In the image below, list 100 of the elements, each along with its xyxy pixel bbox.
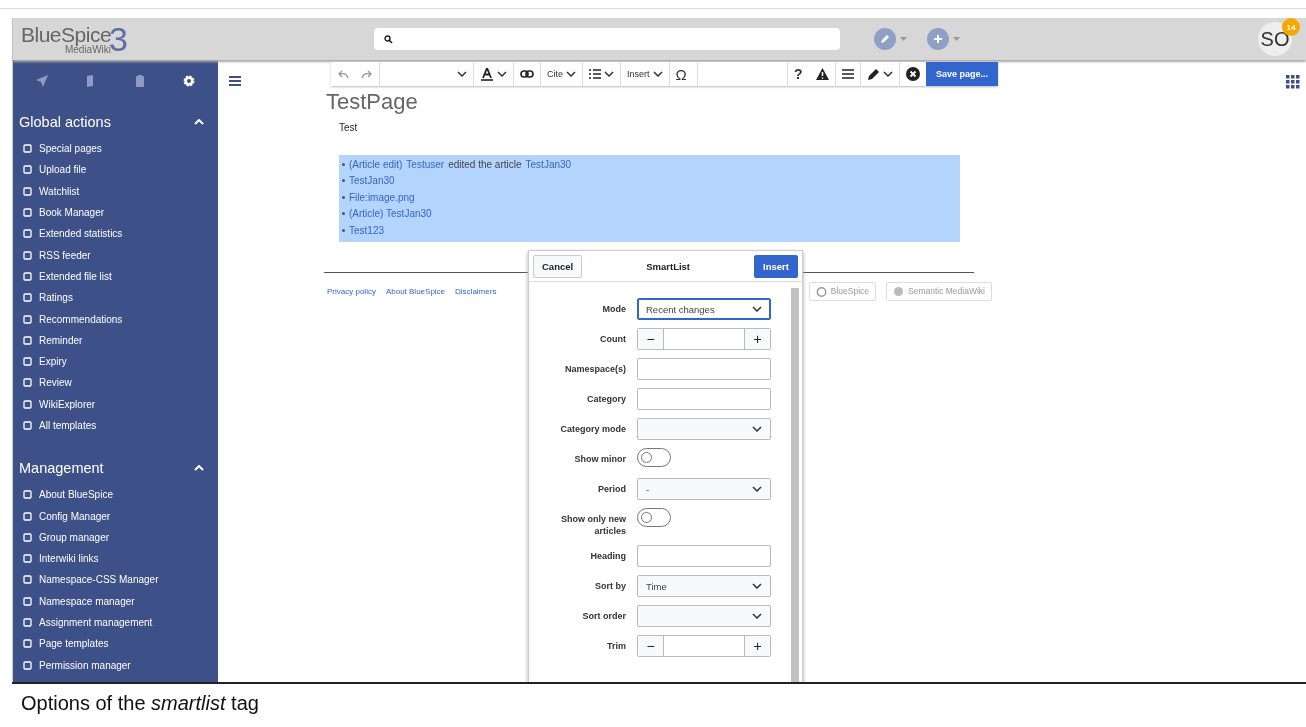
link[interactable]: Testuser [406, 158, 445, 170]
sidebar-link[interactable]: Namespace manager [13, 590, 218, 612]
chevron-down-icon [652, 71, 663, 77]
sidebar-link[interactable]: WikiExplorer [13, 393, 218, 415]
sidebar-link[interactable]: Recommendations [13, 308, 218, 330]
input-field[interactable] [637, 545, 771, 567]
square-icon [23, 490, 32, 500]
number-field[interactable]: − + [637, 328, 771, 350]
link[interactable]: TestJan30 [525, 158, 572, 170]
square-icon [23, 271, 32, 281]
search-icon [384, 34, 393, 44]
sidebar-link[interactable]: Ratings [13, 287, 218, 309]
sidebar-link[interactable]: Upload file [13, 159, 218, 181]
chevron-down-icon [457, 71, 467, 77]
sidebar-link[interactable]: Watchlist [13, 180, 218, 202]
dropdown[interactable]: Time [637, 575, 771, 597]
insert-button[interactable]: Insert [754, 254, 798, 278]
square-icon [23, 554, 32, 564]
search-field[interactable] [374, 28, 840, 50]
link[interactable]: Test123 [349, 224, 385, 236]
section-heading: Global actions [19, 114, 111, 130]
footer-link[interactable]: About BlueSpice [385, 286, 446, 296]
apps-grid-icon[interactable] [1286, 75, 1300, 89]
dropdown[interactable] [637, 418, 771, 440]
sidebar-link[interactable]: Namespace-CSS Manager [13, 569, 218, 591]
footer-link[interactable]: Disclaimers [455, 286, 497, 296]
sidebar-link[interactable]: About BlueSpice [13, 484, 218, 506]
field-label: Heading [589, 550, 626, 562]
toggle-switch[interactable] [637, 448, 671, 467]
dropdown[interactable] [637, 605, 771, 627]
collapse-icon[interactable] [194, 119, 204, 125]
bullet-icon [342, 228, 345, 232]
edit-menu-button[interactable] [874, 28, 907, 50]
square-icon [23, 208, 32, 218]
sidebar-link[interactable]: Group manager [13, 526, 218, 549]
create-menu-button[interactable] [927, 28, 960, 50]
square-icon [23, 575, 32, 585]
plus-button[interactable]: + [745, 329, 770, 349]
list-text: edited the article [448, 158, 522, 170]
scrollbar[interactable] [791, 288, 799, 682]
cite-button[interactable]: Cite [541, 62, 583, 86]
save-page-button[interactable]: Save page... [925, 62, 998, 86]
plus-icon [933, 34, 943, 44]
sidebar-link[interactable]: Assignment management [13, 611, 218, 634]
minus-button[interactable]: − [638, 636, 663, 656]
undo-icon[interactable] [331, 62, 355, 86]
square-icon [23, 144, 32, 154]
sidebar-link[interactable]: Interwiki links [13, 548, 218, 570]
chevron-down-icon [752, 486, 762, 492]
pencil-button[interactable] [860, 62, 900, 86]
caption: Options of the smartlist tag [12, 682, 1306, 715]
chevron-down-icon [497, 71, 507, 77]
sidebar-link[interactable]: RSS feeder [13, 244, 218, 266]
dropdown[interactable]: - [637, 478, 771, 500]
link[interactable]: File:image.png [349, 191, 415, 203]
plus-button[interactable]: + [745, 636, 770, 656]
square-icon [23, 186, 32, 196]
dialog-title: SmartList [646, 260, 691, 272]
sidebar-link[interactable]: Expiry [13, 350, 218, 373]
chevron-down-icon [604, 71, 614, 77]
sidebar-link[interactable]: Permission manager [13, 654, 218, 676]
special-character-button[interactable]: Ω [669, 62, 698, 86]
square-icon [23, 293, 32, 303]
sidebar-link[interactable]: Book Manager [13, 201, 218, 224]
sidebar-link[interactable]: Config Manager [13, 505, 218, 527]
sidebar-link[interactable]: All templates [13, 414, 218, 437]
sidebar-link[interactable]: Page templates [13, 633, 218, 655]
input-field[interactable] [637, 388, 771, 410]
link[interactable]: TestJan30 [349, 175, 395, 187]
square-icon [23, 532, 32, 542]
sidebar-link[interactable]: Special pages [13, 138, 218, 160]
help-button[interactable]: ? [787, 62, 810, 86]
square-icon [23, 357, 32, 367]
menu-icon[interactable] [229, 76, 241, 86]
field-label: Show minor [573, 453, 626, 465]
square-icon [23, 399, 32, 409]
sidebar-link[interactable]: Review [13, 372, 218, 394]
sidebar-link[interactable]: Extended statistics [13, 223, 218, 245]
list-button[interactable] [583, 62, 621, 86]
link-icon[interactable] [514, 62, 541, 86]
text-style-button[interactable] [474, 62, 514, 86]
sidebar-link[interactable]: Reminder [13, 329, 218, 351]
close-icon[interactable] [899, 62, 926, 86]
sidebar-link[interactable]: Extended file list [13, 265, 218, 288]
chevron-down-icon [752, 426, 762, 432]
warning-icon[interactable] [809, 62, 836, 86]
link[interactable]: (Article edit) [349, 158, 403, 170]
dropdown[interactable]: Recent changes [637, 298, 771, 320]
chevron-down-icon [752, 306, 762, 312]
number-field[interactable]: − + [637, 635, 771, 657]
redo-icon[interactable] [355, 62, 380, 86]
cancel-button[interactable]: Cancel [533, 254, 583, 278]
link[interactable]: (Article) TestJan30 [349, 208, 432, 220]
minus-button[interactable]: − [638, 329, 663, 349]
input-field[interactable] [637, 358, 771, 380]
paragraph: Test [339, 122, 359, 133]
collapse-icon[interactable] [194, 465, 204, 472]
footer-link[interactable]: Privacy policy [327, 286, 376, 296]
toggle-switch[interactable] [637, 508, 671, 527]
insert-button[interactable]: Insert [621, 62, 670, 86]
